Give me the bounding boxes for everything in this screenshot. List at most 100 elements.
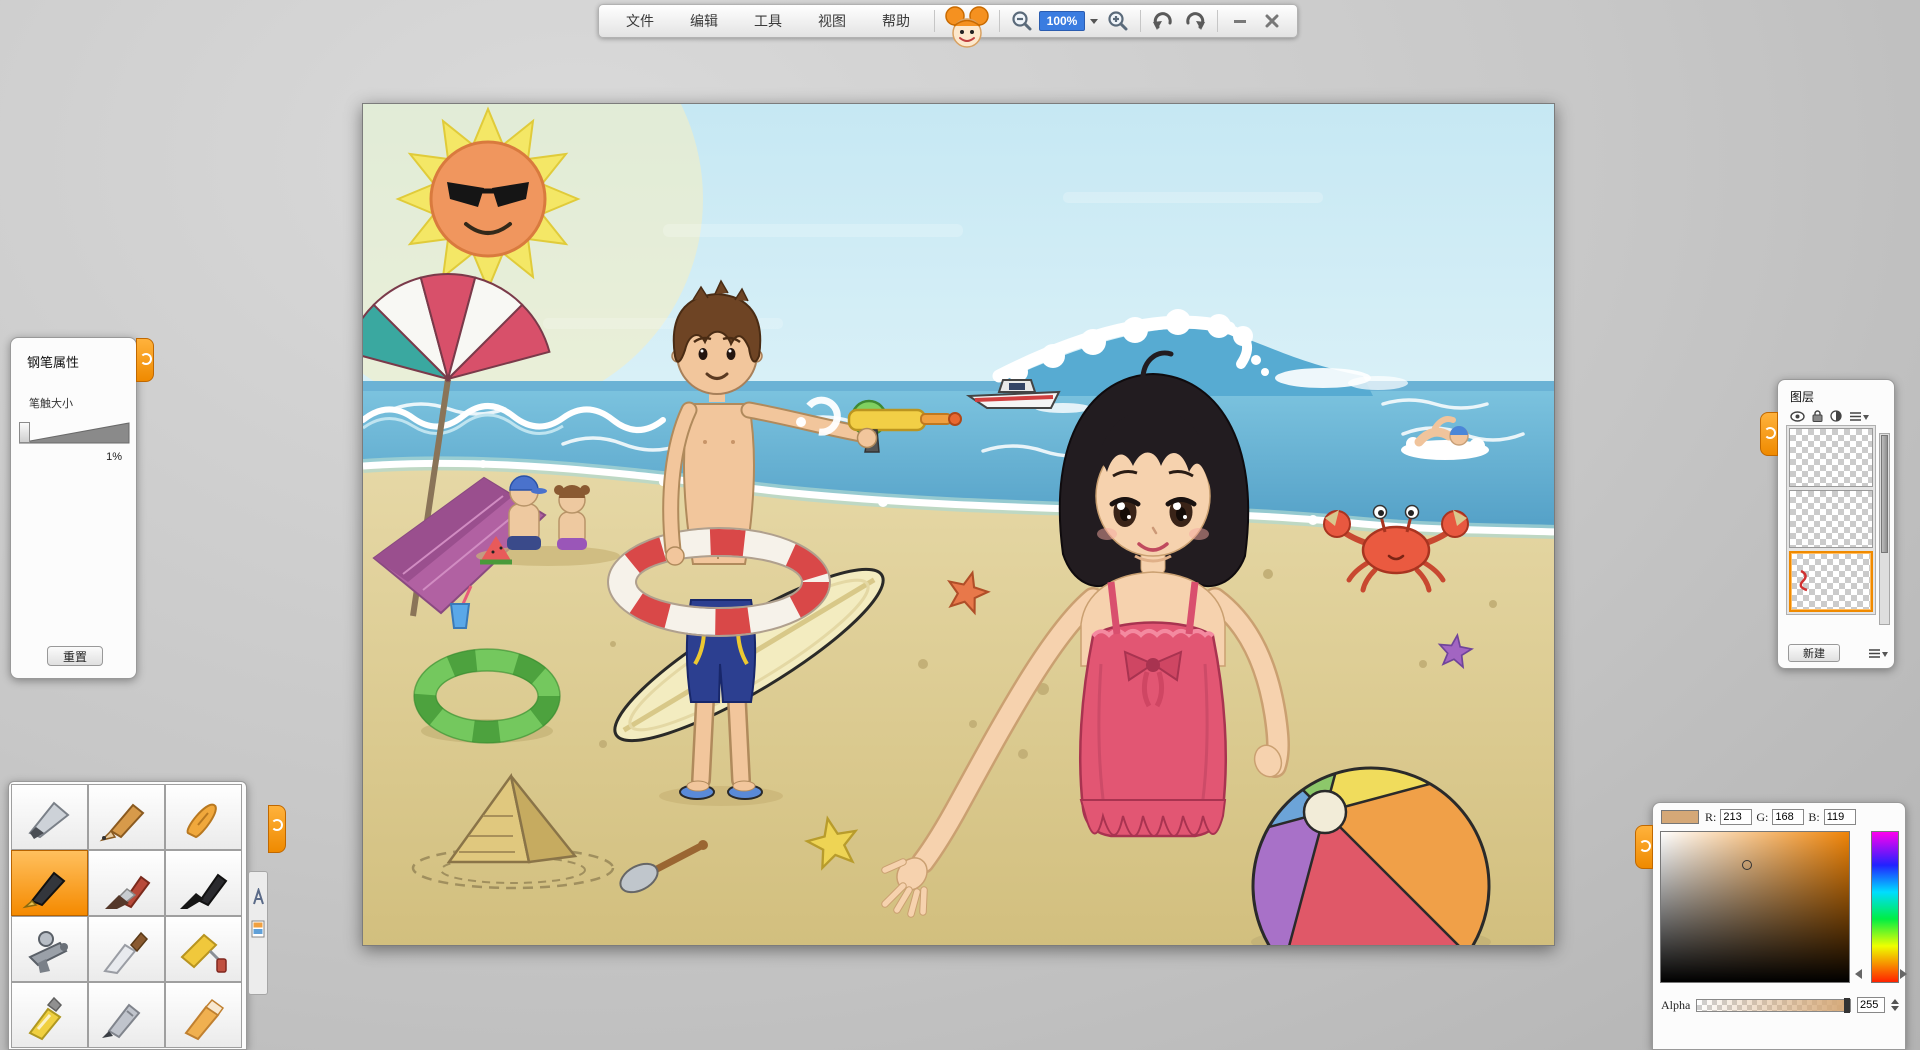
app-background: 文件 编辑 工具 视图 帮助 [0,0,1920,1050]
toolbar-separator [1217,10,1218,32]
hue-strip[interactable] [1871,831,1899,983]
layer-item[interactable] [1789,428,1873,487]
tool-marker[interactable] [88,982,165,1048]
menu-file[interactable]: 文件 [609,5,671,37]
visibility-eye-icon[interactable] [1790,411,1805,422]
blend-contrast-icon[interactable] [1830,410,1842,422]
tool-fountain-pen[interactable] [11,850,88,916]
close-button[interactable] [1257,8,1287,34]
b-label: B: [1808,810,1819,825]
toolbar-separator [999,10,1000,32]
new-layer-button[interactable]: 新建 [1788,644,1840,662]
b-input[interactable] [1824,809,1856,825]
g-input[interactable] [1772,809,1804,825]
panel-collapse-tab[interactable] [136,338,154,382]
zoom-out-icon [1011,10,1033,32]
alpha-label: Alpha [1661,998,1690,1013]
layer-item[interactable] [1789,551,1873,612]
mascot-clown-icon [944,5,990,59]
pencil-icon [97,791,157,843]
fountain-pen-icon [20,857,80,909]
tool-pastel[interactable] [165,982,242,1048]
redo-button[interactable] [1180,8,1210,34]
alpha-handle[interactable] [1844,998,1850,1013]
palette-collapse-tab[interactable] [268,805,286,853]
alpha-row: Alpha [1661,997,1899,1013]
g-label: G: [1756,810,1768,825]
crayon-icon [174,791,234,843]
menu-view[interactable]: 视图 [801,5,863,37]
current-color-swatch[interactable] [1661,810,1699,824]
slider-handle[interactable] [19,422,30,443]
swatch-card-icon[interactable] [251,920,265,938]
palette-side-strip [248,871,268,995]
tool-paint-tube[interactable] [11,982,88,1048]
layer-toolbar [1790,410,1894,422]
ink-brush-icon [174,857,234,909]
reset-button[interactable]: 重置 [47,646,103,666]
layers-footer: 新建 [1788,644,1888,662]
tool-crayon[interactable] [165,784,242,850]
toolbar-separator [1140,10,1141,32]
tool-pencil[interactable] [88,784,165,850]
minimize-button[interactable] [1225,8,1255,34]
tool-pen-nib[interactable] [11,784,88,850]
palette-knife-icon [97,923,157,975]
collapse-left-arrow[interactable] [1855,969,1862,979]
beach-artwork [363,104,1555,946]
menu-help[interactable]: 帮助 [865,5,927,37]
tool-palette-panel [8,781,247,1050]
clip-icon[interactable] [252,888,265,906]
alpha-spinner[interactable] [1891,999,1899,1011]
airbrush-icon [20,923,80,975]
zoom-level-input[interactable] [1039,11,1085,31]
zoom-out-button[interactable] [1007,8,1037,34]
tool-grid [11,784,244,1048]
pen-panel-title: 钢笔属性 [27,352,136,371]
lock-icon[interactable] [1812,410,1823,422]
redo-icon [1184,10,1206,32]
paint-roller-icon [174,923,234,975]
pen-properties-panel: 钢笔属性 笔触大小 1% 重置 [10,337,137,679]
layers-panel: 图层 [1777,379,1895,669]
panel-collapse-tab[interactable] [1760,412,1778,456]
undo-icon [1152,10,1174,32]
zoom-in-icon [1107,10,1129,32]
saturation-value-picker[interactable] [1660,831,1850,983]
drawing-canvas[interactable] [362,103,1555,946]
layer-content-mark [1797,567,1817,593]
layer-options-icon[interactable] [1868,648,1888,659]
scrollbar-thumb[interactable] [1881,435,1888,553]
paint-tube-icon [20,989,80,1041]
brush-size-slider[interactable] [19,421,128,445]
layer-scrollbar[interactable] [1879,433,1890,625]
layer-list [1786,425,1876,615]
layer-item[interactable] [1789,490,1873,549]
zoom-dropdown-caret[interactable] [1090,19,1098,24]
menu-tools[interactable]: 工具 [737,5,799,37]
brush-size-value: 1% [11,451,122,463]
zoom-in-button[interactable] [1103,8,1133,34]
menu-edit[interactable]: 编辑 [673,5,735,37]
tool-paint-brush[interactable] [88,850,165,916]
minimize-icon [1232,13,1248,29]
collapse-right-arrow[interactable] [1900,969,1907,979]
r-label: R: [1705,810,1716,825]
panel-collapse-tab[interactable] [1635,825,1653,869]
main-toolbar: 文件 编辑 工具 视图 帮助 [598,4,1298,38]
color-cursor[interactable] [1742,860,1752,870]
tool-paint-roller[interactable] [165,916,242,982]
undo-button[interactable] [1148,8,1178,34]
layers-panel-title: 图层 [1790,388,1894,405]
brush-size-label: 笔触大小 [29,395,136,411]
tool-airbrush[interactable] [11,916,88,982]
mascot-icon[interactable] [942,4,992,38]
layer-menu-icon[interactable] [1849,411,1869,422]
alpha-input[interactable] [1857,997,1885,1013]
tool-ink-brush[interactable] [165,850,242,916]
alpha-slider[interactable] [1696,999,1851,1012]
r-input[interactable] [1720,809,1752,825]
slider-wedge-icon [19,421,130,445]
tool-palette-knife[interactable] [88,916,165,982]
color-picker-panel: R: G: B: Alpha [1652,802,1906,1050]
